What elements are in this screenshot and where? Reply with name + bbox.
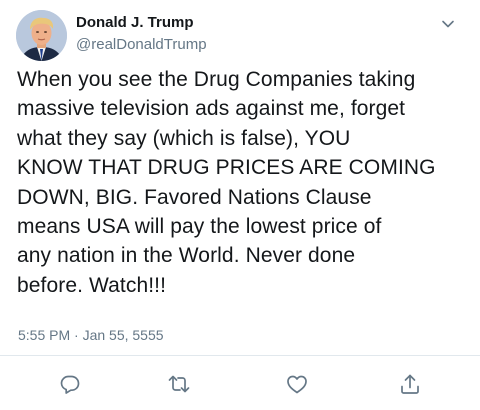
tweet-text: When you see the Drug Companies taking m…	[17, 68, 436, 297]
author-display-name[interactable]: Donald J. Trump	[76, 14, 194, 31]
author-handle[interactable]: @realDonaldTrump	[76, 36, 207, 53]
retweet-button[interactable]	[167, 372, 191, 396]
retweet-icon	[168, 375, 190, 393]
profile-photo-icon	[16, 10, 67, 61]
share-button[interactable]	[398, 372, 422, 396]
avatar[interactable]	[16, 10, 67, 61]
share-icon	[401, 374, 419, 394]
heart-icon	[287, 375, 307, 394]
reply-icon	[60, 375, 80, 394]
divider	[0, 355, 480, 356]
chevron-down-icon[interactable]	[440, 16, 456, 32]
reply-button[interactable]	[58, 372, 82, 396]
like-button[interactable]	[285, 372, 309, 396]
tweet-timestamp[interactable]: 5:55 PM · Jan 55, 5555	[18, 327, 164, 343]
tweet-card: Donald J. Trump @realDonaldTrump When yo…	[0, 0, 480, 410]
